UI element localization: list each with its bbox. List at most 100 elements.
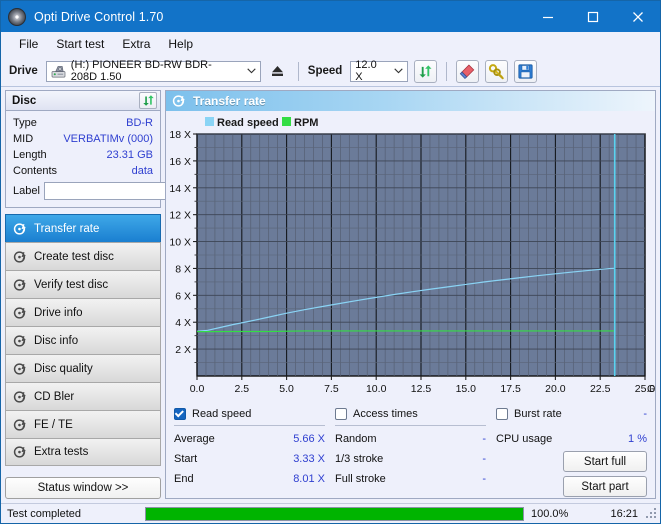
sidebar-label: CD Bler: [34, 391, 74, 403]
disc-test-icon: [13, 334, 27, 348]
disc-test-icon: [13, 362, 27, 376]
access-times-checkbox-row[interactable]: Access times: [335, 405, 486, 422]
row-full-stroke: Full stroke -: [335, 469, 486, 489]
sidebar-label: Transfer rate: [34, 223, 99, 235]
row-start: Start 3.33 X: [174, 449, 325, 469]
chevron-down-icon: [239, 66, 256, 76]
start-full-button[interactable]: Start full: [563, 451, 647, 472]
menu-extra[interactable]: Extra: [113, 34, 159, 54]
erase-button[interactable]: [456, 60, 479, 83]
speed-label: Speed: [308, 65, 343, 77]
close-icon[interactable]: [615, 1, 660, 32]
read-speed-column: Read speed Average 5.66 X Start 3.33 X: [174, 405, 325, 497]
key-average: Average: [174, 433, 215, 445]
svg-text:GB: GB: [647, 383, 655, 395]
sidebar-item-fe-te[interactable]: FE / TE: [5, 410, 161, 438]
access-times-checkbox[interactable]: [335, 408, 347, 420]
toolbar-separator-2: [446, 62, 447, 81]
sidebar-item-verify-test-disc[interactable]: Verify test disc: [5, 270, 161, 298]
disc-test-icon: [13, 418, 27, 432]
save-button[interactable]: [514, 60, 537, 83]
svg-text:12.5: 12.5: [411, 383, 432, 395]
right-pane: Transfer rate Read speedRPM2 X4 X6 X8 X1…: [165, 90, 656, 499]
toolbar-separator-1: [298, 62, 299, 81]
disc-row-length: Length 23.31 GB: [13, 147, 153, 163]
sidebar-item-cd-bler[interactable]: CD Bler: [5, 382, 161, 410]
floppy-save-icon: [517, 63, 534, 80]
row-third-stroke: 1/3 stroke -: [335, 449, 486, 469]
svg-text:RPM: RPM: [294, 117, 318, 129]
speed-select[interactable]: 12.0 X: [350, 61, 408, 82]
read-speed-checkbox-row[interactable]: Read speed: [174, 405, 325, 422]
read-speed-checkbox[interactable]: [174, 408, 186, 420]
disc-test-icon: [13, 445, 27, 459]
sidebar-item-create-test-disc[interactable]: Create test disc: [5, 242, 161, 270]
burst-rate-checkbox-row[interactable]: Burst rate -: [496, 405, 647, 422]
app-window: Opti Drive Control 1.70 File Start test …: [0, 0, 661, 524]
disc-value-mid: VERBATIMv (000): [63, 133, 153, 145]
transfer-rate-chart[interactable]: Read speedRPM2 X4 X6 X8 X10 X12 X14 X16 …: [166, 111, 655, 401]
disc-value-length: 23.31 GB: [107, 149, 153, 161]
resize-grip[interactable]: [646, 508, 658, 520]
progress-fill: [146, 508, 523, 520]
svg-text:2.5: 2.5: [234, 383, 249, 395]
menu-start-test[interactable]: Start test: [47, 34, 113, 54]
sidebar-label: Disc info: [34, 335, 78, 347]
drive-icon: [51, 65, 66, 78]
eraser-icon: [459, 63, 476, 80]
disc-key-mid: MID: [13, 133, 33, 145]
disc-test-icon: [13, 250, 27, 264]
svg-text:15.0: 15.0: [456, 383, 477, 395]
burst-rate-checkbox[interactable]: [496, 408, 508, 420]
drive-label: Drive: [9, 65, 38, 77]
sidebar-item-drive-info[interactable]: Drive info: [5, 298, 161, 326]
left-pane: Disc Type BD-R MID VERBATIMv (000): [5, 90, 161, 503]
value-end: 8.01 X: [293, 473, 325, 485]
sidebar-item-transfer-rate[interactable]: Transfer rate: [5, 214, 161, 242]
status-message: Test completed: [3, 508, 145, 520]
svg-text:18 X: 18 X: [169, 129, 191, 141]
key-third-stroke: 1/3 stroke: [335, 453, 383, 465]
key-end: End: [174, 473, 194, 485]
stats-panel: Read speed Average 5.66 X Start 3.33 X: [166, 401, 655, 503]
maximize-icon[interactable]: [570, 1, 615, 32]
disc-value-contents: data: [132, 165, 153, 177]
disc-row-contents: Contents data: [13, 163, 153, 179]
refresh-button[interactable]: [414, 60, 437, 83]
disc-refresh-button[interactable]: [139, 92, 157, 109]
sidebar-item-disc-quality[interactable]: Disc quality: [5, 354, 161, 382]
sidebar-label: FE / TE: [34, 419, 73, 431]
access-times-column: Access times Random - 1/3 stroke - Full: [335, 405, 486, 497]
svg-text:Read speed: Read speed: [217, 117, 279, 129]
eject-icon: [270, 64, 285, 78]
drive-select[interactable]: (H:) PIONEER BD-RW BDR-208D 1.50: [46, 61, 261, 82]
disc-test-icon: [13, 306, 27, 320]
start-part-button[interactable]: Start part: [563, 476, 647, 497]
svg-text:10.0: 10.0: [366, 383, 387, 395]
disc-value-type: BD-R: [126, 117, 153, 129]
disc-key-length: Length: [13, 149, 47, 161]
title-bar: Opti Drive Control 1.70: [1, 1, 660, 32]
svg-text:7.5: 7.5: [324, 383, 339, 395]
svg-text:4 X: 4 X: [175, 317, 191, 329]
value-start: 3.33 X: [293, 453, 325, 465]
page-title: Transfer rate: [193, 94, 266, 108]
menu-help[interactable]: Help: [159, 34, 202, 54]
sidebar-label: Extra tests: [34, 446, 88, 458]
sidebar-item-disc-info[interactable]: Disc info: [5, 326, 161, 354]
disc-panel-body: Type BD-R MID VERBATIMv (000) Length 23.…: [5, 111, 161, 208]
row-end: End 8.01 X: [174, 469, 325, 489]
eject-button[interactable]: [267, 61, 289, 82]
row-cpu-usage: CPU usage 1 %: [496, 429, 647, 449]
svg-text:6 X: 6 X: [175, 290, 191, 302]
drive-value: (H:) PIONEER BD-RW BDR-208D 1.50: [71, 59, 234, 83]
minimize-icon[interactable]: [525, 1, 570, 32]
window-title: Opti Drive Control 1.70: [34, 10, 163, 24]
refresh-icon: [142, 94, 155, 107]
burst-rate-value: -: [643, 408, 647, 420]
status-window-button[interactable]: Status window >>: [5, 477, 161, 499]
chart-canvas: Read speedRPM2 X4 X6 X8 X10 X12 X14 X16 …: [166, 111, 655, 401]
menu-file[interactable]: File: [10, 34, 47, 54]
sidebar-item-extra-tests[interactable]: Extra tests: [5, 438, 161, 466]
tools-button[interactable]: [485, 60, 508, 83]
